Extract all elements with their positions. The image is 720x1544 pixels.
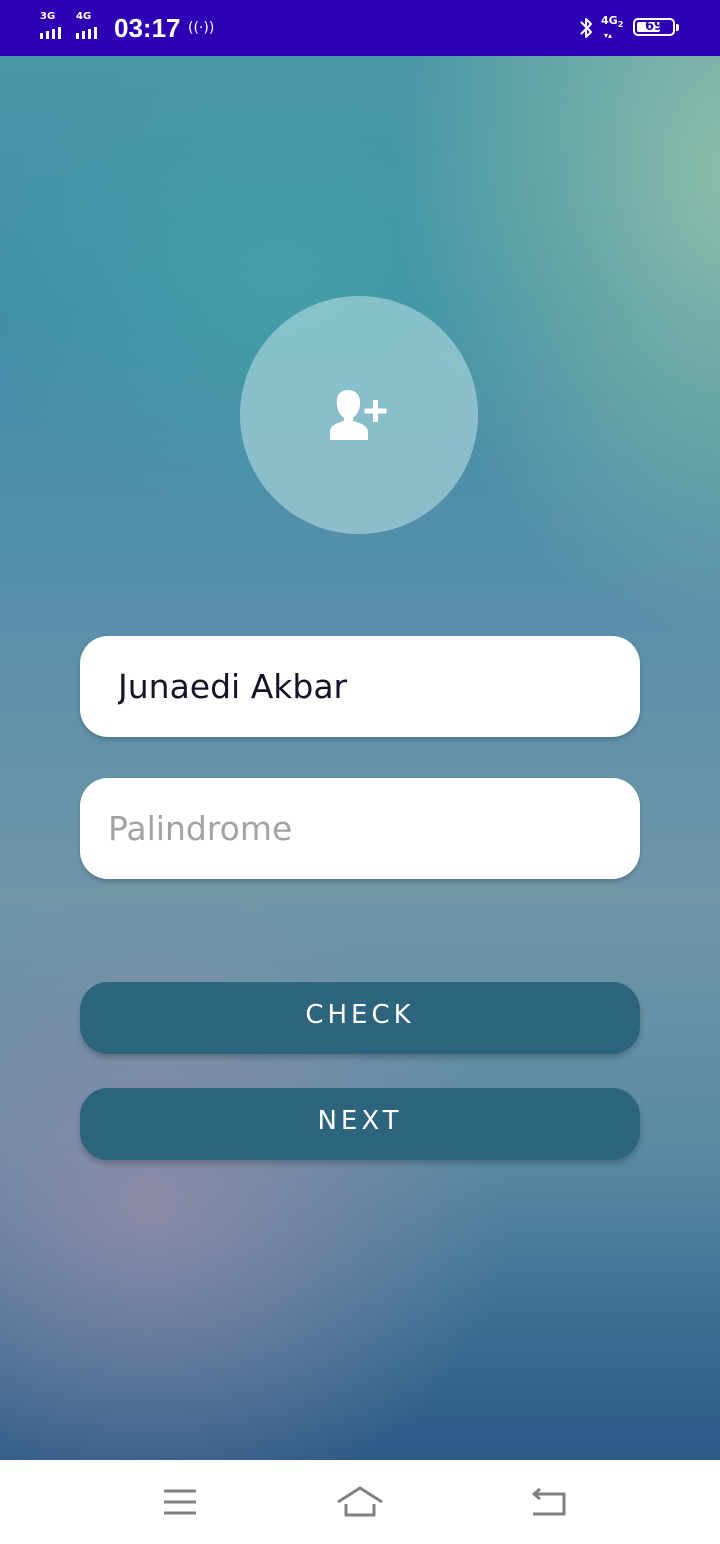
signal-3g-icon: 3G <box>40 12 72 40</box>
signal-4g-icon: 4G <box>76 12 108 40</box>
menu-button[interactable] <box>150 1482 210 1522</box>
add-photo-button[interactable] <box>240 296 478 534</box>
back-button[interactable] <box>518 1482 578 1522</box>
main-content: CHECK NEXT <box>0 56 720 1460</box>
menu-icon <box>164 1489 196 1515</box>
add-user-icon <box>330 390 387 440</box>
status-bar: 3G 4G 03:17 ((·)) 4G2 ▾▴ 69 <box>0 0 720 56</box>
data-network-icon: 4G2 ▾▴ <box>601 14 624 41</box>
name-input[interactable] <box>80 636 640 737</box>
battery-nub <box>676 24 679 31</box>
palindrome-field[interactable] <box>80 778 640 879</box>
data-network-label: 4G <box>601 14 618 27</box>
name-field[interactable] <box>80 636 640 737</box>
home-button[interactable] <box>330 1482 390 1522</box>
home-icon <box>337 1486 383 1517</box>
navigation-bar <box>0 1460 720 1544</box>
battery-level: 69 <box>644 19 664 34</box>
network-2-label: 4G <box>76 11 92 22</box>
app-screen: 3G 4G 03:17 ((·)) 4G2 ▾▴ 69 Junaedi Akba… <box>0 0 720 1544</box>
network-1-label: 3G <box>40 11 56 22</box>
clock: 03:17 <box>114 13 181 43</box>
check-button[interactable]: CHECK <box>80 982 640 1054</box>
bluetooth-icon <box>578 15 594 41</box>
palindrome-input[interactable] <box>80 778 640 879</box>
back-icon <box>532 1487 566 1516</box>
data-network-sub: 2 <box>617 20 624 30</box>
hotspot-icon: ((·)) <box>188 20 215 36</box>
next-button[interactable]: NEXT <box>80 1088 640 1160</box>
